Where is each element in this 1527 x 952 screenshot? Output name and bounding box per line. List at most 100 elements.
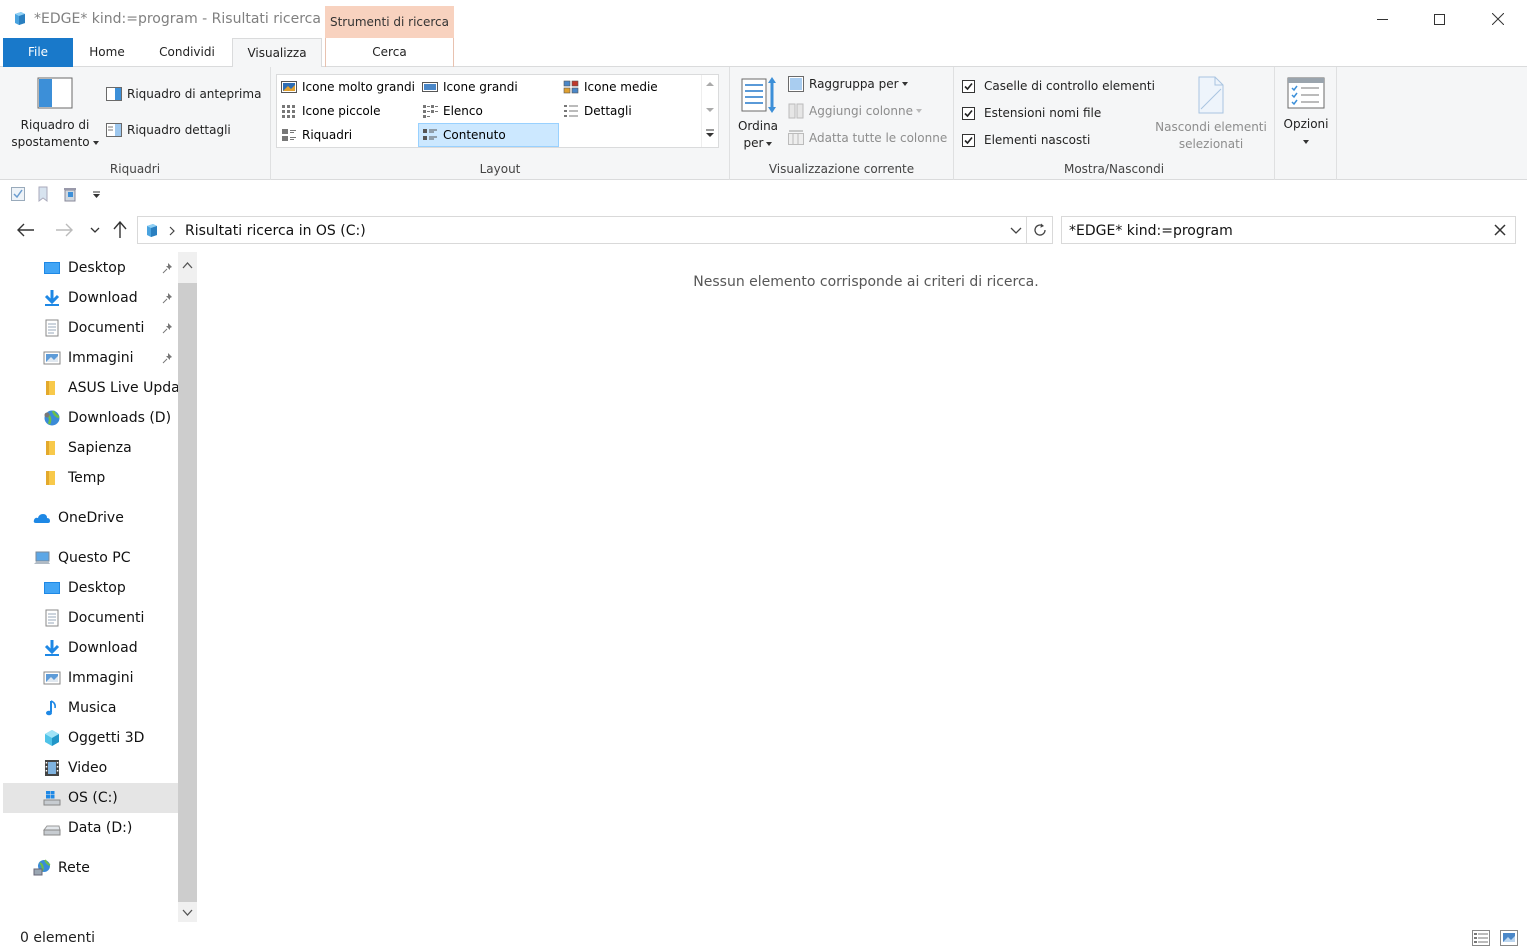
extra-large-icons-icon <box>281 81 297 93</box>
layout-extra-large-icons[interactable]: Icone molto grandi <box>278 76 418 98</box>
layout-small-icons[interactable]: Icone piccole <box>278 100 418 122</box>
pin-icon[interactable] <box>162 262 174 274</box>
nav-item-data-d[interactable]: Data (D:) <box>3 813 178 843</box>
group-by-icon <box>788 76 804 92</box>
scroll-down-icon[interactable] <box>182 907 193 918</box>
nav-item-os-c[interactable]: OS (C:) <box>3 783 178 813</box>
group-by-label: Raggruppa per <box>809 77 899 91</box>
search-box[interactable]: *EDGE* kind:=program <box>1061 216 1516 244</box>
desktop-icon <box>44 262 60 274</box>
scrollbar-thumb[interactable] <box>178 283 197 902</box>
navigation-bar: Risultati ricerca in OS (C:) *EDGE* kind… <box>0 208 1527 252</box>
nav-item-desktop-pc[interactable]: Desktop <box>3 573 178 603</box>
nav-item-downloads-d[interactable]: Downloads (D) <box>3 403 178 433</box>
navigation-pane: Desktop Download Documenti Immagini ASUS… <box>3 252 178 922</box>
layout-tiles[interactable]: Riquadri <box>278 124 418 146</box>
back-button[interactable] <box>16 220 36 240</box>
pin-icon[interactable] <box>162 292 174 304</box>
nav-item-asus-live-update[interactable]: ASUS Live Updat <box>3 373 178 403</box>
sort-by-icon <box>741 77 776 113</box>
gallery-expand-icon[interactable] <box>706 129 714 138</box>
content-icon <box>423 129 437 140</box>
hide-selected-button[interactable]: Nascondi elementi selezionati <box>1154 75 1268 153</box>
checkbox-item-checkboxes[interactable] <box>962 79 975 93</box>
scroll-down-icon[interactable] <box>706 107 714 113</box>
hidden-items-toggle[interactable]: Elementi nascosti <box>962 133 1090 147</box>
nav-item-oggetti-3d[interactable]: Oggetti 3D <box>3 723 178 753</box>
nav-item-musica[interactable]: Musica <box>3 693 178 723</box>
nav-item-temp[interactable]: Temp <box>3 463 178 493</box>
empty-results-message: Nessun elemento corrisponde ai criteri d… <box>693 274 1039 290</box>
layout-details[interactable]: Dettagli <box>560 100 700 122</box>
nav-item-rete[interactable]: Rete <box>3 853 178 883</box>
nav-item-download-quick[interactable]: Download <box>3 283 178 313</box>
address-bar[interactable]: Risultati ricerca in OS (C:) <box>137 216 1027 244</box>
group-label-layout: Layout <box>479 162 521 176</box>
documents-icon <box>45 319 59 337</box>
layout-list[interactable]: Elenco <box>419 100 559 122</box>
scroll-up-icon[interactable] <box>706 81 714 87</box>
details-icon <box>564 105 578 117</box>
details-view-icon[interactable] <box>1472 930 1490 946</box>
refresh-button[interactable] <box>1027 216 1053 244</box>
nav-item-immagini-quick[interactable]: Immagini <box>3 343 178 373</box>
nav-item-desktop-quick[interactable]: Desktop <box>3 253 178 283</box>
close-button[interactable] <box>1475 0 1521 38</box>
nav-item-onedrive[interactable]: OneDrive <box>3 503 178 533</box>
fit-columns-button[interactable]: Adatta tutte le colonne <box>788 130 947 146</box>
documents-icon <box>45 609 59 627</box>
recent-locations-button[interactable] <box>86 220 104 240</box>
properties-icon[interactable] <box>10 186 26 202</box>
chevron-right-icon[interactable] <box>169 226 175 236</box>
forward-button[interactable] <box>54 220 74 240</box>
search-input[interactable]: *EDGE* kind:=program <box>1069 223 1233 239</box>
preview-pane-button[interactable]: Riquadro di anteprima <box>106 86 261 102</box>
title-bar: *EDGE* kind:=program - Risultati ricerca… <box>0 0 1527 38</box>
minimize-button[interactable] <box>1359 0 1405 38</box>
pin-icon[interactable] <box>162 322 174 334</box>
nav-item-documenti-pc[interactable]: Documenti <box>3 603 178 633</box>
navigation-pane-scrollbar[interactable] <box>178 252 197 922</box>
add-columns-button[interactable]: Aggiungi colonne <box>788 103 922 119</box>
clear-search-icon[interactable] <box>1493 223 1507 237</box>
layout-large-icons[interactable]: Icone grandi <box>419 76 559 98</box>
layout-medium-icons[interactable]: Icone medie <box>560 76 700 98</box>
recycle-icon[interactable] <box>62 186 78 202</box>
large-icons-view-icon[interactable] <box>1500 930 1518 946</box>
nav-item-sapienza[interactable]: Sapienza <box>3 433 178 463</box>
up-button[interactable] <box>110 220 130 240</box>
checkbox-hidden-items[interactable] <box>962 133 975 147</box>
nav-item-documenti-quick[interactable]: Documenti <box>3 313 178 343</box>
pin-icon[interactable] <box>162 352 174 364</box>
layout-gallery-scroll[interactable] <box>701 75 718 147</box>
maximize-button[interactable] <box>1416 0 1462 38</box>
navigation-pane-label-2: spostamento <box>11 135 90 149</box>
layout-content[interactable]: Contenuto <box>418 123 559 147</box>
chevron-down-icon[interactable] <box>1010 227 1022 235</box>
options-button[interactable]: Opzioni <box>1279 77 1333 150</box>
tab-home[interactable]: Home <box>78 38 136 67</box>
scroll-up-icon[interactable] <box>182 260 193 271</box>
pictures-icon <box>43 671 61 685</box>
details-pane-button[interactable]: Riquadro dettagli <box>106 122 231 138</box>
nav-item-download-pc[interactable]: Download <box>3 633 178 663</box>
group-by-button[interactable]: Raggruppa per <box>788 76 908 92</box>
details-pane-icon <box>106 123 122 137</box>
file-extensions-toggle[interactable]: Estensioni nomi file <box>962 106 1101 120</box>
item-checkboxes-toggle[interactable]: Caselle di controllo elementi <box>962 79 1155 93</box>
checkbox-file-extensions[interactable] <box>962 106 975 120</box>
sort-by-button[interactable]: Ordina per <box>736 75 780 152</box>
tab-cerca[interactable]: Cerca <box>325 38 454 67</box>
customize-qat-icon[interactable] <box>89 186 105 202</box>
nav-item-video[interactable]: Video <box>3 753 178 783</box>
window-title: *EDGE* kind:=program - Risultati ricerca… <box>34 11 343 27</box>
navigation-pane-button[interactable]: Riquadro di spostamento <box>10 77 100 151</box>
tab-visualizza[interactable]: Visualizza <box>232 38 322 68</box>
file-list[interactable]: Nessun elemento corrisponde ai criteri d… <box>205 252 1527 922</box>
item-count: 0 elementi <box>20 930 95 946</box>
tab-file[interactable]: File <box>3 38 73 67</box>
nav-item-immagini-pc[interactable]: Immagini <box>3 663 178 693</box>
new-folder-icon[interactable] <box>35 186 51 202</box>
nav-item-questo-pc[interactable]: Questo PC <box>3 543 178 573</box>
tab-condividi[interactable]: Condividi <box>149 38 225 67</box>
